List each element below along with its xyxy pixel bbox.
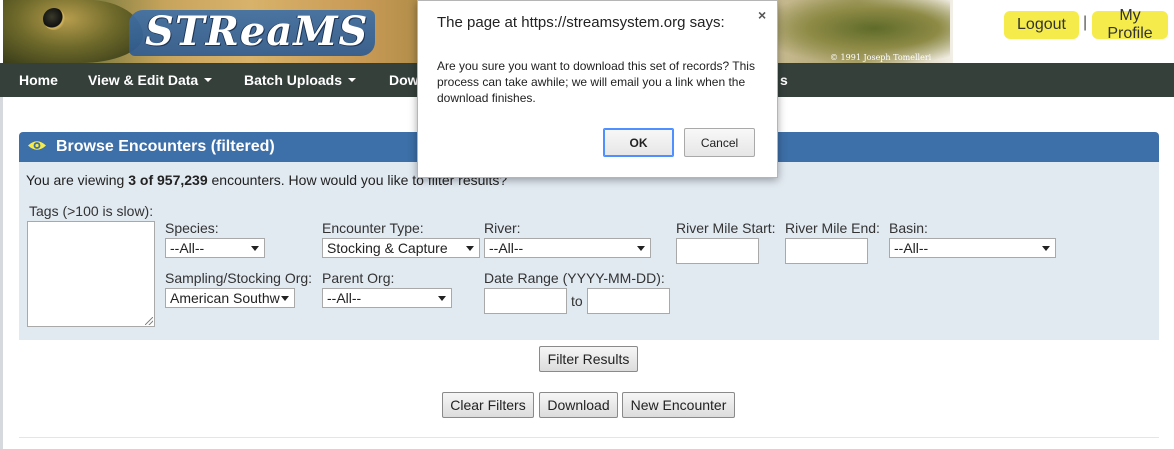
divider bbox=[19, 437, 1159, 438]
image-copyright: © 1991 Joseph Tomelleri bbox=[830, 53, 932, 62]
fish-head-image bbox=[3, 0, 143, 63]
tags-textarea[interactable] bbox=[27, 221, 155, 327]
nav-home-label: Home bbox=[19, 72, 58, 88]
dialog-message: Are you sure you want to download this s… bbox=[437, 59, 755, 105]
clear-filters-button[interactable]: Clear Filters bbox=[442, 392, 534, 418]
eye-icon bbox=[28, 140, 46, 150]
results-count: 3 of 957,239 bbox=[128, 172, 208, 188]
date-end-input[interactable] bbox=[587, 288, 670, 314]
nav-home[interactable]: Home bbox=[19, 63, 58, 97]
nav-view-edit-data-label: View & Edit Data bbox=[88, 72, 199, 88]
river-select[interactable]: --All-- bbox=[484, 238, 651, 258]
fish-eye-image bbox=[43, 8, 65, 30]
results-summary-prefix: You are viewing bbox=[26, 172, 129, 188]
sampling-org-label: Sampling/Stocking Org: bbox=[165, 270, 313, 286]
river-mile-end-input[interactable] bbox=[785, 238, 868, 264]
nav-hidden-item[interactable]: s bbox=[780, 63, 788, 97]
download-button[interactable]: Download bbox=[539, 392, 618, 418]
site-logo[interactable]: STReaMS bbox=[145, 8, 368, 55]
page-left-edge bbox=[0, 96, 3, 449]
river-label: River: bbox=[484, 220, 521, 236]
nav-batch-uploads[interactable]: Batch Uploads bbox=[244, 63, 357, 97]
species-select[interactable]: --All-- bbox=[165, 238, 265, 258]
nav-downloads[interactable]: Dow bbox=[389, 63, 419, 97]
resize-grip-icon[interactable] bbox=[145, 317, 153, 325]
basin-select[interactable]: --All-- bbox=[889, 238, 1056, 258]
nav-view-edit-data[interactable]: View & Edit Data bbox=[88, 63, 213, 97]
new-encounter-button[interactable]: New Encounter bbox=[622, 392, 735, 418]
basin-label: Basin: bbox=[889, 220, 928, 236]
encounter-type-select[interactable]: Stocking & Capture bbox=[322, 238, 480, 258]
header-separator: | bbox=[1083, 14, 1088, 31]
tags-label: Tags (>100 is slow): bbox=[29, 203, 154, 219]
river-mile-end-label: River Mile End: bbox=[785, 220, 880, 236]
ok-button[interactable]: OK bbox=[603, 128, 674, 157]
confirm-dialog: The page at https://streamsystem.org say… bbox=[417, 0, 778, 178]
encounter-type-label: Encounter Type: bbox=[322, 220, 424, 236]
species-label: Species: bbox=[165, 220, 219, 236]
parent-org-label: Parent Org: bbox=[322, 270, 395, 286]
nav-downloads-label: Dow bbox=[389, 72, 419, 88]
date-start-input[interactable] bbox=[484, 288, 567, 314]
date-to-label: to bbox=[571, 293, 583, 309]
nav-batch-uploads-label: Batch Uploads bbox=[244, 72, 343, 88]
sampling-org-select[interactable]: American Southw bbox=[165, 288, 295, 308]
cancel-button[interactable]: Cancel bbox=[684, 128, 755, 157]
dialog-title: The page at https://streamsystem.org say… bbox=[437, 14, 725, 31]
parent-org-select[interactable]: --All-- bbox=[322, 288, 452, 308]
caret-down-icon bbox=[348, 78, 357, 82]
caret-down-icon bbox=[204, 78, 213, 82]
nav-hidden-item-label: s bbox=[780, 72, 788, 88]
filter-results-button[interactable]: Filter Results bbox=[539, 346, 638, 372]
panel-title: Browse Encounters (filtered) bbox=[56, 138, 275, 155]
logout-button[interactable]: Logout bbox=[1004, 11, 1079, 39]
river-mile-start-label: River Mile Start: bbox=[676, 220, 776, 236]
river-mile-start-input[interactable] bbox=[676, 238, 759, 264]
my-profile-button[interactable]: My Profile bbox=[1092, 7, 1168, 42]
date-range-label: Date Range (YYYY-MM-DD): bbox=[484, 270, 665, 286]
close-icon[interactable]: × bbox=[758, 7, 766, 23]
